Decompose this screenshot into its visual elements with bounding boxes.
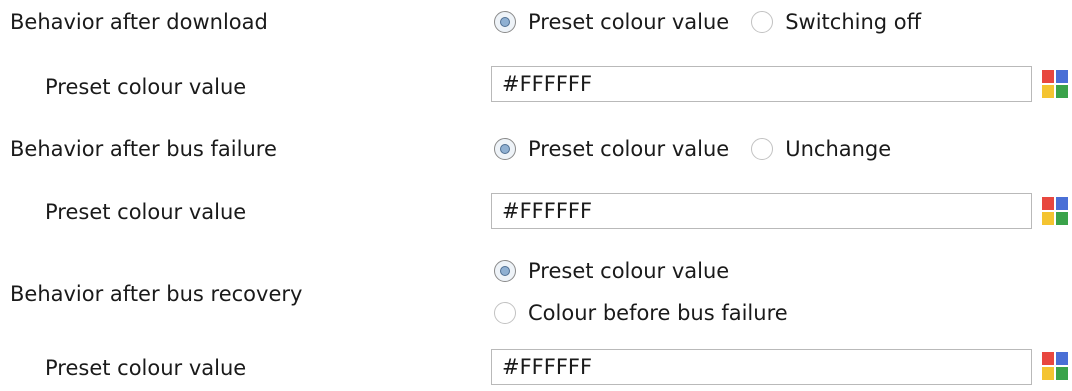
radio-label: Switching off [785, 10, 922, 34]
palette-swatch-blue [1056, 197, 1068, 210]
download-preset-colour-label: Preset colour value [45, 75, 247, 99]
radio-unchecked-icon[interactable] [494, 302, 516, 324]
radio-unchecked-icon[interactable] [751, 11, 774, 33]
palette-swatch-yellow [1042, 85, 1054, 98]
radio-recovery-preset-colour[interactable]: Preset colour value [494, 256, 729, 286]
radio-label: Preset colour value [528, 137, 730, 161]
palette-swatch-green [1056, 85, 1068, 98]
palette-swatch-red [1042, 197, 1054, 210]
failure-preset-colour-input[interactable] [491, 193, 1032, 229]
recovery-preset-colour-label: Preset colour value [45, 356, 247, 380]
behavior-after-download-options: Preset colour value Switching off [494, 7, 943, 37]
palette-swatch-yellow [1042, 367, 1054, 380]
radio-label: Unchange [785, 137, 892, 161]
failure-preset-colour-label: Preset colour value [45, 200, 247, 224]
radio-recovery-colour-before-failure[interactable]: Colour before bus failure [494, 298, 788, 328]
recovery-preset-colour-input[interactable] [491, 349, 1032, 385]
colour-palette-icon[interactable] [1042, 197, 1068, 225]
palette-swatch-green [1056, 212, 1068, 225]
behavior-after-bus-recovery-label: Behavior after bus recovery [10, 282, 303, 306]
palette-swatch-red [1042, 352, 1054, 365]
radio-checked-icon[interactable] [494, 11, 516, 33]
palette-swatch-yellow [1042, 212, 1054, 225]
radio-failure-unchange[interactable]: Unchange [751, 136, 891, 162]
palette-swatch-red [1042, 70, 1054, 83]
radio-checked-icon[interactable] [494, 138, 516, 160]
radio-label: Preset colour value [528, 259, 730, 283]
palette-swatch-green [1056, 367, 1068, 380]
radio-failure-preset-colour[interactable]: Preset colour value [494, 136, 729, 162]
palette-swatch-blue [1056, 70, 1068, 83]
palette-swatch-blue [1056, 352, 1068, 365]
radio-unchecked-icon[interactable] [751, 138, 774, 160]
behavior-after-bus-recovery-options: Preset colour value Colour before bus fa… [494, 256, 810, 328]
radio-label: Preset colour value [528, 10, 730, 34]
radio-download-preset-colour[interactable]: Preset colour value [494, 9, 729, 35]
colour-palette-icon[interactable] [1042, 352, 1068, 380]
behavior-after-download-label: Behavior after download [10, 10, 268, 34]
radio-label: Colour before bus failure [528, 301, 788, 325]
radio-download-switching-off[interactable]: Switching off [751, 9, 921, 35]
download-preset-colour-input[interactable] [491, 66, 1032, 102]
behavior-after-bus-failure-label: Behavior after bus failure [10, 137, 277, 161]
radio-checked-icon[interactable] [494, 260, 516, 282]
behavior-after-bus-failure-options: Preset colour value Unchange [494, 134, 913, 164]
colour-palette-icon[interactable] [1042, 70, 1068, 98]
